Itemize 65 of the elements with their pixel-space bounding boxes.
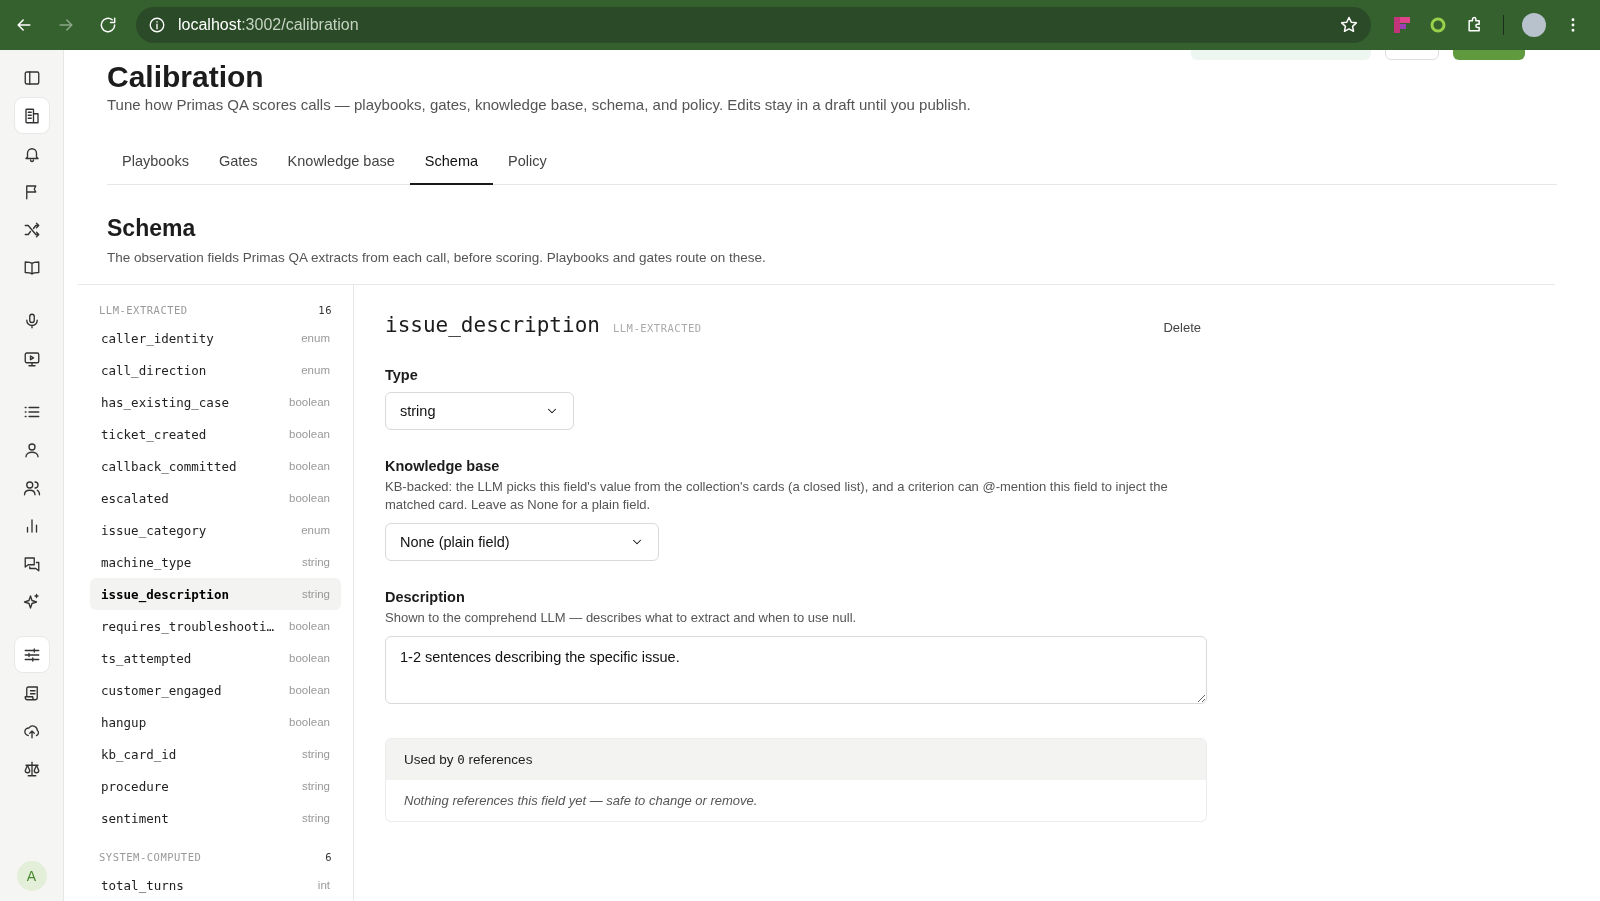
knowledge-base-select[interactable]: None (plain field): [385, 523, 659, 561]
section-description: The observation fields Primas QA extracts from each call, before scoring. Playbooks and gates route on these.: [107, 250, 767, 265]
references-empty-text: Nothing references this field yet — safe to change or remove.: [403, 792, 759, 810]
field-list-item[interactable]: call_direction enum: [90, 354, 341, 386]
monitor-icon: [22, 349, 41, 368]
delete-button[interactable]: Delete: [1157, 319, 1207, 336]
chat-icon: [22, 554, 41, 573]
field-list-item[interactable]: has_existing_case boolean: [90, 386, 341, 418]
building-icon: [22, 106, 41, 125]
building-nav-button[interactable]: [14, 98, 49, 133]
field-list-item[interactable]: issue_category enum: [90, 514, 341, 546]
field-list-item[interactable]: machine_type string: [90, 546, 341, 578]
group-label: SYSTEM-COMPUTED: [99, 851, 202, 863]
shuffle-icon: [22, 220, 41, 239]
description-field[interactable]: 1-2 sentences describing the specific issue.: [385, 636, 1207, 704]
description-label: Description: [385, 589, 466, 605]
field-source-label: LLM-EXTRACTED: [612, 322, 702, 334]
group-count: 16: [318, 304, 332, 316]
field-list-item[interactable]: issue_description string: [90, 578, 341, 610]
scroll-icon: [22, 683, 41, 702]
field-list-item[interactable]: customer_engaged boolean: [90, 674, 341, 706]
group-count: 6: [325, 851, 332, 863]
knowledge-base-help: KB-backed: the LLM picks this field's value from the collection's cards (a closed list), and a criterion can @-mention this field to inject the matched card. Leave as None for a plain field.: [385, 478, 1169, 514]
address-bar[interactable]: localhost:3002/calibration: [136, 7, 1371, 43]
ring-icon[interactable]: [1429, 16, 1447, 34]
tab[interactable]: Gates: [203, 141, 273, 185]
book-icon: [22, 258, 41, 277]
references-header: Used by 0 references: [386, 739, 1206, 780]
tab[interactable]: Policy: [493, 141, 562, 185]
sparkle-icon: [22, 592, 41, 611]
field-name: issue_description: [385, 313, 600, 337]
field-list-item[interactable]: procedure string: [90, 770, 341, 802]
description-help: Shown to the comprehend LLM — describes what to extract and when to use null.: [385, 609, 858, 627]
profile-avatar[interactable]: [1522, 13, 1546, 37]
field-list-item[interactable]: callback_committed boolean: [90, 450, 341, 482]
user-icon: [22, 440, 41, 459]
url-text: localhost:3002/calibration: [178, 16, 360, 34]
scale-icon: [22, 759, 41, 778]
sliders-icon: [22, 645, 41, 664]
page-title: Calibration: [107, 60, 265, 94]
sliders-nav-button[interactable]: [14, 637, 49, 672]
knowledge-base-label: Knowledge base: [385, 458, 501, 474]
field-list-item[interactable]: total_turns int: [90, 869, 341, 901]
field-list-item[interactable]: kb_card_id string: [90, 738, 341, 770]
tab[interactable]: Schema: [409, 141, 494, 185]
page-subtitle: Tune how Primas QA scores calls — playbooks, gates, knowledge base, schema, and policy. Edits stay in a draft until you publish.: [107, 96, 972, 113]
field-list-item[interactable]: escalated boolean: [90, 482, 341, 514]
field-list-item[interactable]: sentiment string: [90, 802, 341, 834]
type-label: Type: [385, 367, 419, 383]
group-label: LLM-EXTRACTED: [99, 304, 188, 316]
section-title: Schema: [107, 215, 197, 242]
field-list-item[interactable]: ts_attempted boolean: [90, 642, 341, 674]
tab[interactable]: Playbooks: [107, 141, 204, 185]
field-list-item[interactable]: ticket_created boolean: [90, 418, 341, 450]
info-icon[interactable]: [148, 16, 166, 34]
field-list-item[interactable]: requires_troubleshooti… boolean: [90, 610, 341, 642]
star-icon[interactable]: [1339, 15, 1359, 35]
tab[interactable]: Knowledge base: [272, 141, 410, 185]
type-select[interactable]: string: [385, 392, 574, 430]
sidebar-toggle-icon: [22, 68, 41, 87]
field-list-item[interactable]: caller_identity enum: [90, 322, 341, 354]
field-list-item[interactable]: hangup boolean: [90, 706, 341, 738]
users-icon: [22, 478, 41, 497]
user-avatar[interactable]: A: [16, 861, 47, 891]
reload-icon[interactable]: [98, 15, 118, 35]
